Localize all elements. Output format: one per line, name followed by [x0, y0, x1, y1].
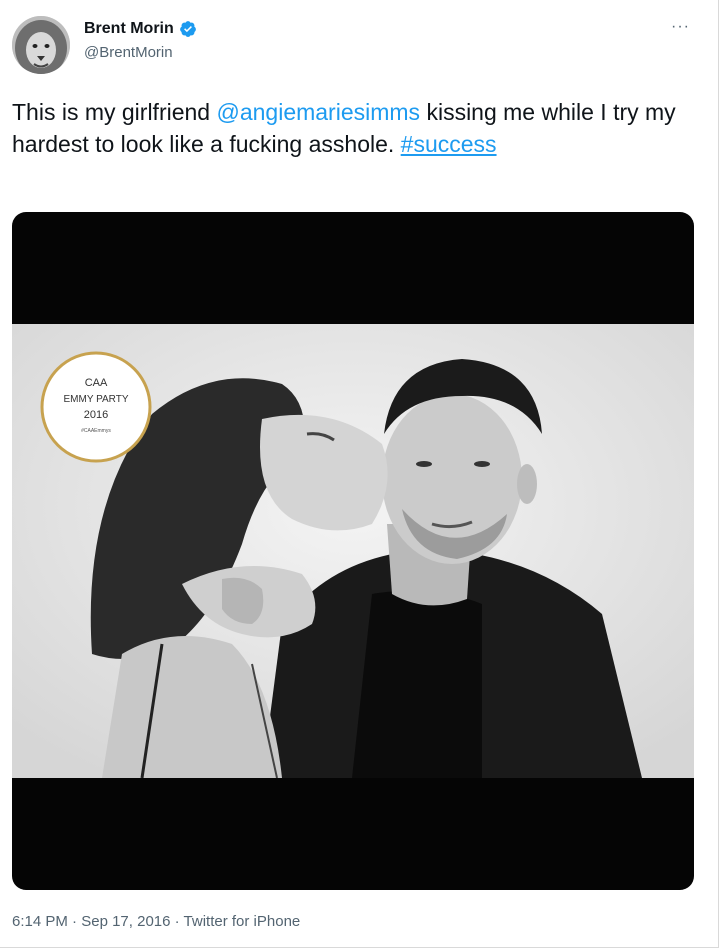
meta-separator: · [170, 913, 184, 930]
tweet-text: This is my girlfriend @angiemariesimms k… [12, 96, 702, 160]
author-handle[interactable]: @BrentMorin [84, 44, 173, 61]
avatar[interactable] [12, 16, 70, 74]
badge-line-3: 2016 [84, 409, 108, 421]
tweet-text-part1: This is my girlfriend [12, 99, 217, 125]
tweet-date[interactable]: Sep 17, 2016 [81, 913, 170, 930]
author-display-name[interactable]: Brent Morin [84, 20, 174, 38]
meta-separator: · [67, 913, 82, 930]
tweet-meta: 6:14 PM · Sep 17, 2016 · Twitter for iPh… [12, 913, 300, 930]
hashtag-link[interactable]: #success [401, 131, 497, 157]
tweet-source[interactable]: Twitter for iPhone [184, 913, 301, 930]
tweet-card: Brent Morin @BrentMorin ··· This is my g… [0, 0, 719, 948]
badge-line-1: CAA [85, 377, 108, 389]
photo-booth-image: CAA EMMY PARTY 2016 #CAAEmmys [12, 324, 694, 778]
lion-avatar-icon [12, 16, 70, 74]
tweet-time[interactable]: 6:14 PM [12, 913, 68, 930]
mention-link[interactable]: @angiemariesimms [216, 99, 420, 125]
author-name-row[interactable]: Brent Morin [84, 20, 197, 38]
more-options-button[interactable]: ··· [671, 18, 690, 36]
verified-badge-icon [179, 21, 196, 37]
badge-line-2: EMMY PARTY [63, 394, 128, 405]
badge-line-4: #CAAEmmys [81, 428, 111, 434]
tweet-media[interactable]: CAA EMMY PARTY 2016 #CAAEmmys [12, 212, 694, 890]
